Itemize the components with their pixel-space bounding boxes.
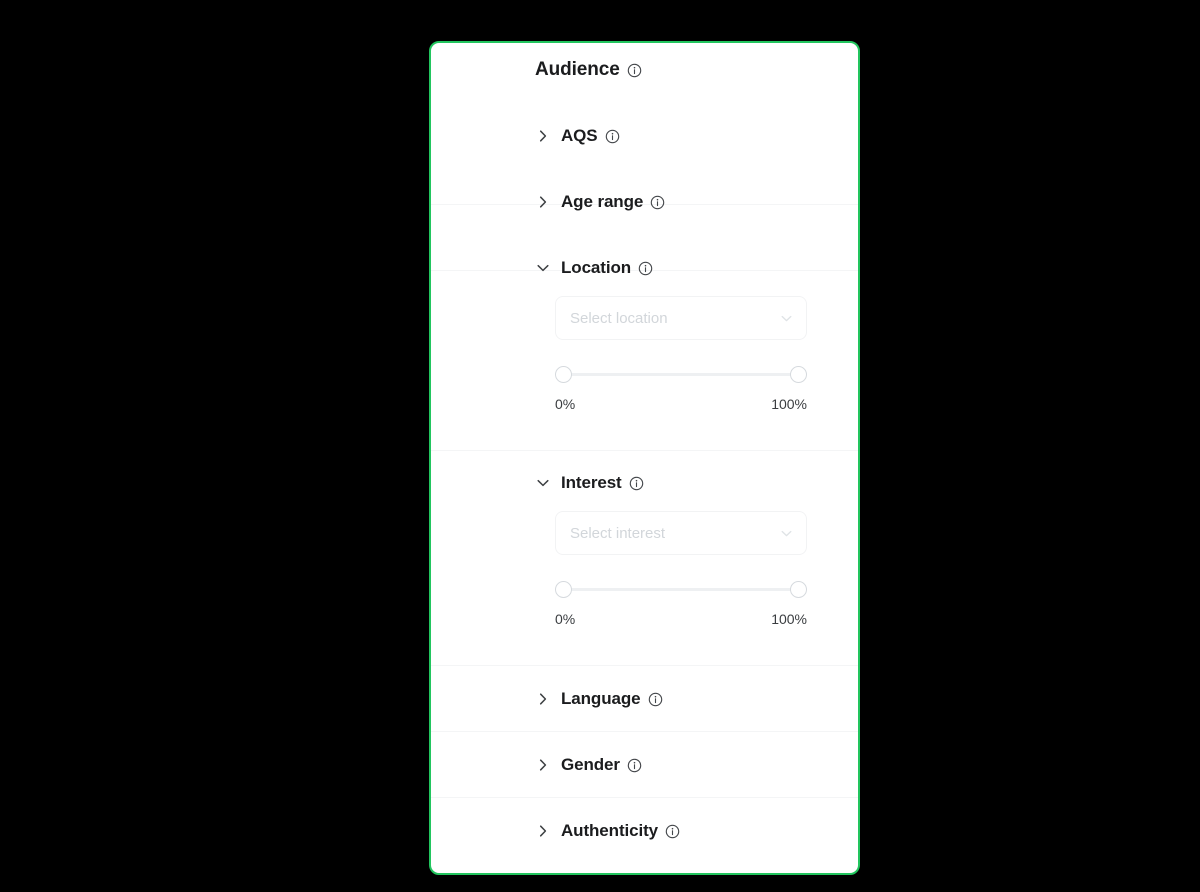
screen-root: Audience AQS Age range Location Select l… bbox=[0, 0, 1200, 892]
panel-title-label: Audience bbox=[535, 59, 620, 80]
section-label-gender: Gender bbox=[561, 755, 620, 774]
interest-select-placeholder: Select interest bbox=[570, 524, 666, 542]
location-select-placeholder: Select location bbox=[570, 309, 668, 327]
section-label-authenticity: Authenticity bbox=[561, 821, 659, 840]
sidebar-item-location[interactable]: Location bbox=[431, 248, 858, 288]
sidebar-item-authenticity[interactable]: Authenticity bbox=[431, 811, 858, 851]
section-label-location: Location bbox=[561, 258, 632, 277]
chevron-right-icon bbox=[539, 759, 547, 771]
interest-range-slider[interactable] bbox=[555, 577, 807, 601]
chevron-right-icon bbox=[539, 196, 547, 208]
interest-slider-scale: 0% 100% bbox=[555, 611, 807, 627]
sidebar-item-aqs[interactable]: AQS bbox=[431, 116, 858, 156]
page-title: Audience bbox=[535, 59, 642, 81]
chevron-right-icon bbox=[539, 130, 547, 142]
info-circle-icon[interactable] bbox=[629, 476, 644, 491]
location-range-slider[interactable] bbox=[555, 362, 807, 386]
info-circle-icon[interactable] bbox=[605, 129, 620, 144]
chevron-down-icon bbox=[781, 315, 792, 321]
section-label-aqs: AQS bbox=[561, 126, 598, 145]
interest-slider-max-label: 100% bbox=[771, 611, 807, 627]
info-circle-icon[interactable] bbox=[648, 692, 663, 707]
chevron-right-icon bbox=[539, 825, 547, 837]
location-slider-min-label: 0% bbox=[555, 396, 576, 412]
audience-filter-card: Audience AQS Age range Location Select l… bbox=[429, 41, 860, 875]
chevron-down-icon bbox=[537, 264, 549, 272]
interest-slider-track bbox=[563, 588, 799, 591]
chevron-down-icon bbox=[537, 479, 549, 487]
section-label-age-range: Age range bbox=[561, 192, 644, 211]
location-slider-max-label: 100% bbox=[771, 396, 807, 412]
info-circle-icon[interactable] bbox=[638, 261, 653, 276]
info-circle-icon[interactable] bbox=[627, 758, 642, 773]
interest-slider-thumb-max[interactable] bbox=[790, 581, 807, 598]
interest-section-body: Select interest 0% 100% bbox=[555, 511, 807, 627]
sidebar-item-age-range[interactable]: Age range bbox=[431, 182, 858, 222]
section-divider bbox=[431, 797, 858, 798]
info-circle-icon[interactable] bbox=[650, 195, 665, 210]
info-circle-icon[interactable] bbox=[665, 824, 680, 839]
section-label-language: Language bbox=[561, 689, 641, 708]
location-slider-track bbox=[563, 373, 799, 376]
interest-slider-min-label: 0% bbox=[555, 611, 576, 627]
chevron-right-icon bbox=[539, 693, 547, 705]
section-divider bbox=[431, 731, 858, 732]
section-divider bbox=[431, 665, 858, 666]
location-slider-thumb-min[interactable] bbox=[555, 366, 572, 383]
sidebar-item-interest[interactable]: Interest bbox=[431, 463, 858, 503]
interest-select[interactable]: Select interest bbox=[555, 511, 807, 555]
location-section-body: Select location 0% 100% bbox=[555, 296, 807, 412]
section-divider bbox=[431, 450, 858, 451]
location-select[interactable]: Select location bbox=[555, 296, 807, 340]
interest-slider-thumb-min[interactable] bbox=[555, 581, 572, 598]
sidebar-item-gender[interactable]: Gender bbox=[431, 745, 858, 785]
sidebar-item-language[interactable]: Language bbox=[431, 679, 858, 719]
section-label-interest: Interest bbox=[561, 473, 622, 492]
location-slider-scale: 0% 100% bbox=[555, 396, 807, 412]
info-circle-icon[interactable] bbox=[627, 63, 642, 78]
audience-filter-card-inner: Audience AQS Age range Location Select l… bbox=[431, 43, 858, 873]
chevron-down-icon bbox=[781, 530, 792, 536]
location-slider-thumb-max[interactable] bbox=[790, 366, 807, 383]
